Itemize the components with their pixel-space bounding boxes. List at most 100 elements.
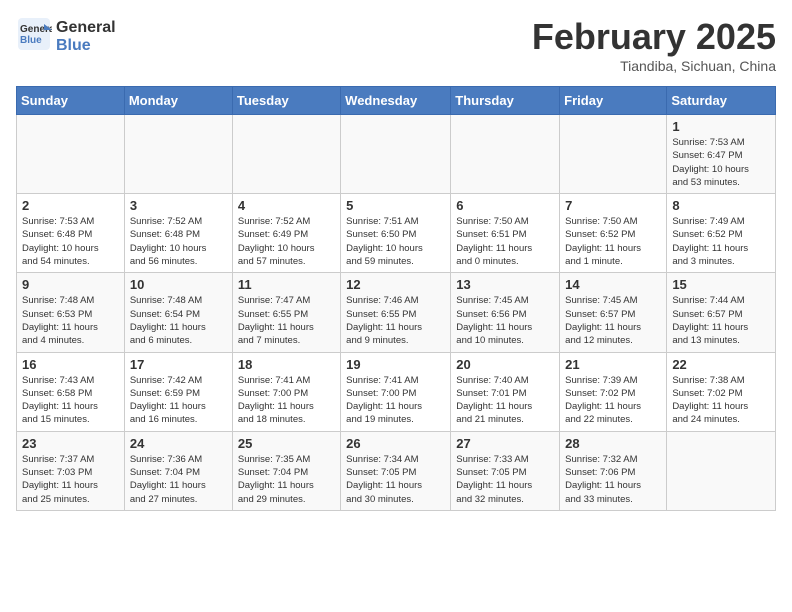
day-info: Sunrise: 7:52 AM Sunset: 6:49 PM Dayligh… xyxy=(238,215,335,268)
day-info: Sunrise: 7:41 AM Sunset: 7:00 PM Dayligh… xyxy=(346,374,445,427)
day-number: 7 xyxy=(565,198,661,213)
day-info: Sunrise: 7:53 AM Sunset: 6:47 PM Dayligh… xyxy=(672,136,770,189)
day-number: 15 xyxy=(672,277,770,292)
calendar-subtitle: Tiandiba, Sichuan, China xyxy=(532,58,776,74)
day-number: 4 xyxy=(238,198,335,213)
day-info: Sunrise: 7:35 AM Sunset: 7:04 PM Dayligh… xyxy=(238,453,335,506)
header-day-saturday: Saturday xyxy=(667,87,776,115)
day-info: Sunrise: 7:48 AM Sunset: 6:53 PM Dayligh… xyxy=(22,294,119,347)
day-number: 26 xyxy=(346,436,445,451)
day-number: 14 xyxy=(565,277,661,292)
calendar-table: SundayMondayTuesdayWednesdayThursdayFrid… xyxy=(16,86,776,511)
day-cell xyxy=(341,115,451,194)
svg-text:Blue: Blue xyxy=(20,35,42,46)
day-number: 24 xyxy=(130,436,227,451)
day-info: Sunrise: 7:51 AM Sunset: 6:50 PM Dayligh… xyxy=(346,215,445,268)
day-cell: 14 Sunrise: 7:45 AM Sunset: 6:57 PM Dayli… xyxy=(560,273,667,352)
day-cell: 21 Sunrise: 7:39 AM Sunset: 7:02 PM Dayli… xyxy=(560,352,667,431)
week-row-1: 2 Sunrise: 7:53 AM Sunset: 6:48 PM Daylig… xyxy=(17,194,776,273)
day-number: 3 xyxy=(130,198,227,213)
logo: General Blue General Blue xyxy=(16,16,116,57)
calendar-header-row: SundayMondayTuesdayWednesdayThursdayFrid… xyxy=(17,87,776,115)
day-number: 23 xyxy=(22,436,119,451)
day-cell xyxy=(232,115,340,194)
day-number: 22 xyxy=(672,357,770,372)
day-cell: 9 Sunrise: 7:48 AM Sunset: 6:53 PM Daylig… xyxy=(17,273,125,352)
day-info: Sunrise: 7:43 AM Sunset: 6:58 PM Dayligh… xyxy=(22,374,119,427)
header-day-wednesday: Wednesday xyxy=(341,87,451,115)
day-info: Sunrise: 7:39 AM Sunset: 7:02 PM Dayligh… xyxy=(565,374,661,427)
calendar-body: 1 Sunrise: 7:53 AM Sunset: 6:47 PM Daylig… xyxy=(17,115,776,511)
day-number: 2 xyxy=(22,198,119,213)
header-day-monday: Monday xyxy=(124,87,232,115)
day-cell: 11 Sunrise: 7:47 AM Sunset: 6:55 PM Dayli… xyxy=(232,273,340,352)
day-info: Sunrise: 7:46 AM Sunset: 6:55 PM Dayligh… xyxy=(346,294,445,347)
day-cell xyxy=(451,115,560,194)
day-cell: 23 Sunrise: 7:37 AM Sunset: 7:03 PM Dayli… xyxy=(17,431,125,510)
day-cell: 12 Sunrise: 7:46 AM Sunset: 6:55 PM Dayli… xyxy=(341,273,451,352)
day-number: 28 xyxy=(565,436,661,451)
day-info: Sunrise: 7:53 AM Sunset: 6:48 PM Dayligh… xyxy=(22,215,119,268)
day-cell: 5 Sunrise: 7:51 AM Sunset: 6:50 PM Daylig… xyxy=(341,194,451,273)
day-number: 11 xyxy=(238,277,335,292)
day-number: 25 xyxy=(238,436,335,451)
day-info: Sunrise: 7:49 AM Sunset: 6:52 PM Dayligh… xyxy=(672,215,770,268)
day-number: 19 xyxy=(346,357,445,372)
day-info: Sunrise: 7:45 AM Sunset: 6:57 PM Dayligh… xyxy=(565,294,661,347)
day-number: 21 xyxy=(565,357,661,372)
day-number: 17 xyxy=(130,357,227,372)
day-number: 6 xyxy=(456,198,554,213)
day-cell: 10 Sunrise: 7:48 AM Sunset: 6:54 PM Dayli… xyxy=(124,273,232,352)
header: General Blue General Blue February 2025 … xyxy=(16,16,776,74)
day-number: 20 xyxy=(456,357,554,372)
logo-line1: General xyxy=(56,19,116,37)
day-cell xyxy=(17,115,125,194)
day-info: Sunrise: 7:36 AM Sunset: 7:04 PM Dayligh… xyxy=(130,453,227,506)
day-cell: 6 Sunrise: 7:50 AM Sunset: 6:51 PM Daylig… xyxy=(451,194,560,273)
day-cell: 27 Sunrise: 7:33 AM Sunset: 7:05 PM Dayli… xyxy=(451,431,560,510)
day-info: Sunrise: 7:48 AM Sunset: 6:54 PM Dayligh… xyxy=(130,294,227,347)
day-cell: 28 Sunrise: 7:32 AM Sunset: 7:06 PM Dayli… xyxy=(560,431,667,510)
title-block: February 2025 Tiandiba, Sichuan, China xyxy=(532,16,776,74)
day-cell: 19 Sunrise: 7:41 AM Sunset: 7:00 PM Dayli… xyxy=(341,352,451,431)
day-cell: 16 Sunrise: 7:43 AM Sunset: 6:58 PM Dayli… xyxy=(17,352,125,431)
day-info: Sunrise: 7:42 AM Sunset: 6:59 PM Dayligh… xyxy=(130,374,227,427)
header-day-thursday: Thursday xyxy=(451,87,560,115)
day-number: 13 xyxy=(456,277,554,292)
day-info: Sunrise: 7:50 AM Sunset: 6:52 PM Dayligh… xyxy=(565,215,661,268)
day-number: 8 xyxy=(672,198,770,213)
day-cell: 13 Sunrise: 7:45 AM Sunset: 6:56 PM Dayli… xyxy=(451,273,560,352)
day-number: 12 xyxy=(346,277,445,292)
day-cell: 8 Sunrise: 7:49 AM Sunset: 6:52 PM Daylig… xyxy=(667,194,776,273)
day-info: Sunrise: 7:45 AM Sunset: 6:56 PM Dayligh… xyxy=(456,294,554,347)
day-number: 5 xyxy=(346,198,445,213)
day-cell: 26Sunrise: 7:34 AM Sunset: 7:05 PM Dayli… xyxy=(341,431,451,510)
day-cell: 24 Sunrise: 7:36 AM Sunset: 7:04 PM Dayli… xyxy=(124,431,232,510)
day-cell: 1 Sunrise: 7:53 AM Sunset: 6:47 PM Daylig… xyxy=(667,115,776,194)
day-cell: 7 Sunrise: 7:50 AM Sunset: 6:52 PM Daylig… xyxy=(560,194,667,273)
day-cell: 3Sunrise: 7:52 AM Sunset: 6:48 PM Daylig… xyxy=(124,194,232,273)
day-cell: 15Sunrise: 7:44 AM Sunset: 6:57 PM Dayli… xyxy=(667,273,776,352)
day-number: 9 xyxy=(22,277,119,292)
day-cell: 22 Sunrise: 7:38 AM Sunset: 7:02 PM Dayli… xyxy=(667,352,776,431)
day-info: Sunrise: 7:33 AM Sunset: 7:05 PM Dayligh… xyxy=(456,453,554,506)
day-info: Sunrise: 7:32 AM Sunset: 7:06 PM Dayligh… xyxy=(565,453,661,506)
day-cell: 17 Sunrise: 7:42 AM Sunset: 6:59 PM Dayli… xyxy=(124,352,232,431)
day-info: Sunrise: 7:47 AM Sunset: 6:55 PM Dayligh… xyxy=(238,294,335,347)
calendar-title: February 2025 xyxy=(532,16,776,58)
day-cell: 20Sunrise: 7:40 AM Sunset: 7:01 PM Dayli… xyxy=(451,352,560,431)
day-info: Sunrise: 7:38 AM Sunset: 7:02 PM Dayligh… xyxy=(672,374,770,427)
day-info: Sunrise: 7:50 AM Sunset: 6:51 PM Dayligh… xyxy=(456,215,554,268)
day-cell: 25 Sunrise: 7:35 AM Sunset: 7:04 PM Dayli… xyxy=(232,431,340,510)
day-cell xyxy=(667,431,776,510)
day-number: 10 xyxy=(130,277,227,292)
day-number: 16 xyxy=(22,357,119,372)
logo-line2: Blue xyxy=(56,37,116,55)
day-number: 27 xyxy=(456,436,554,451)
day-cell: 4 Sunrise: 7:52 AM Sunset: 6:49 PM Daylig… xyxy=(232,194,340,273)
day-cell: 2 Sunrise: 7:53 AM Sunset: 6:48 PM Daylig… xyxy=(17,194,125,273)
week-row-4: 23 Sunrise: 7:37 AM Sunset: 7:03 PM Dayli… xyxy=(17,431,776,510)
day-cell xyxy=(124,115,232,194)
day-info: Sunrise: 7:37 AM Sunset: 7:03 PM Dayligh… xyxy=(22,453,119,506)
day-number: 1 xyxy=(672,119,770,134)
